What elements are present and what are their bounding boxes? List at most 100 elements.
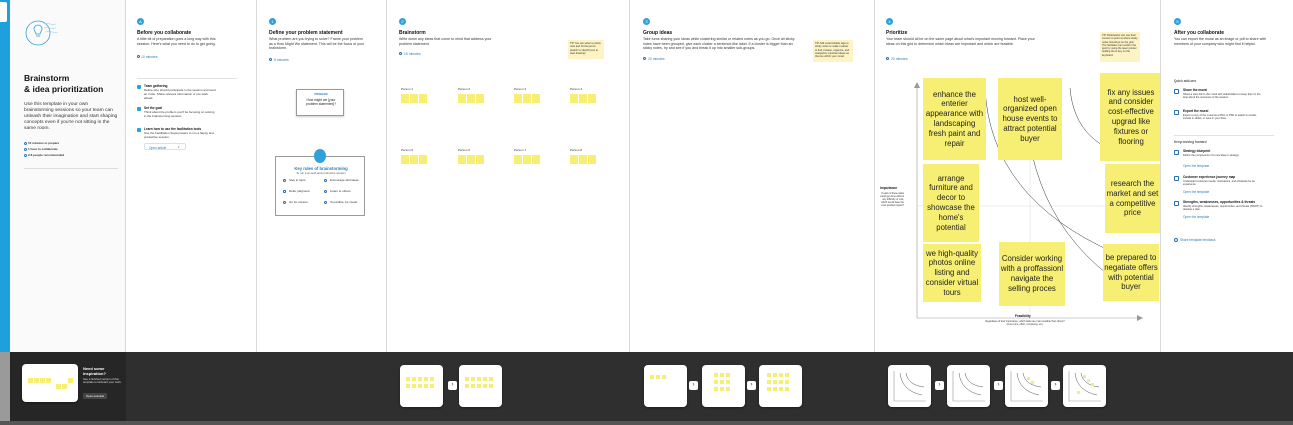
sticky-note[interactable]: we high-quality photos online listing an… bbox=[923, 244, 981, 302]
step-description: Take turns sharing your ideas while clus… bbox=[643, 37, 795, 51]
sticky-note[interactable] bbox=[514, 155, 522, 164]
mini-sticky bbox=[773, 380, 777, 384]
mini-sticky bbox=[418, 384, 422, 388]
sticky-note[interactable]: host well-organized open house events to… bbox=[998, 78, 1062, 160]
mini-sticky bbox=[714, 373, 718, 377]
sticky-note[interactable] bbox=[532, 155, 540, 164]
sticky-note[interactable] bbox=[523, 155, 531, 164]
intro-meta-3: 2-8 people recommended bbox=[28, 153, 65, 157]
sticky-note[interactable]: Consider working with a proffassionl nav… bbox=[999, 242, 1065, 306]
step4-thumb-3 bbox=[759, 365, 802, 407]
open-example-button[interactable]: Open example bbox=[83, 393, 108, 399]
sticky-note[interactable] bbox=[588, 155, 596, 164]
mini-sticky bbox=[46, 378, 51, 383]
sticky-note[interactable] bbox=[588, 94, 596, 103]
step6-strip bbox=[1161, 352, 1293, 421]
step-divider bbox=[137, 78, 237, 79]
step-group-ideas: 3 Group ideas Take turns sharing your id… bbox=[630, 0, 875, 352]
mini-sticky bbox=[489, 384, 493, 388]
sticky-note[interactable]: enhance the enterier appearance with lan… bbox=[923, 78, 986, 160]
mini-sticky bbox=[68, 378, 73, 383]
item-desc: Use the Facilitation Superpowers to run … bbox=[144, 131, 214, 139]
sticky-note[interactable]: be prepared to negatiate offers with pot… bbox=[1103, 244, 1159, 301]
sticky-note[interactable] bbox=[410, 155, 418, 164]
y-axis-desc: If each of these tasks could get done wi… bbox=[880, 192, 904, 207]
share-icon[interactable] bbox=[1174, 89, 1179, 94]
sticky-note[interactable] bbox=[570, 155, 578, 164]
sticky-note[interactable] bbox=[579, 155, 587, 164]
export-icon[interactable] bbox=[1174, 110, 1179, 115]
person-label: Person 1 bbox=[401, 87, 414, 91]
rules-subtitle: To run a smooth and productive session bbox=[296, 171, 346, 175]
step-after-collaborate: 5 After you collaborate You can export t… bbox=[1161, 0, 1293, 352]
step5-thumb-1 bbox=[888, 365, 931, 407]
sticky-note[interactable] bbox=[467, 155, 475, 164]
open-template-link[interactable]: Open the template bbox=[1183, 164, 1209, 168]
sticky-note[interactable] bbox=[570, 94, 578, 103]
sticky-note[interactable] bbox=[419, 94, 427, 103]
sidebar-handle-icon[interactable] bbox=[0, 2, 7, 22]
clock-icon bbox=[137, 55, 140, 58]
sticky-note[interactable] bbox=[458, 94, 466, 103]
mini-sticky bbox=[62, 384, 67, 389]
arrow-right-icon: › bbox=[689, 381, 698, 390]
sticky-note[interactable] bbox=[476, 94, 484, 103]
step-title: Define your problem statement bbox=[269, 30, 343, 36]
step5-thumb-3 bbox=[1005, 365, 1048, 407]
item-desc: Think about the problem you'll be focusi… bbox=[144, 110, 215, 118]
open-article-label: Open article bbox=[149, 145, 167, 150]
person-label: Person 6 bbox=[458, 148, 471, 152]
mini-sticky bbox=[785, 380, 789, 384]
feedback-link[interactable]: Share template feedback bbox=[1180, 238, 1215, 242]
quick-addons-title: Quick add-ons bbox=[1174, 79, 1197, 83]
step1-strip bbox=[126, 352, 257, 421]
sticky-note[interactable] bbox=[514, 94, 522, 103]
sticky-note[interactable] bbox=[458, 155, 466, 164]
intro-description: Use this template in your own brainstorm… bbox=[24, 102, 118, 132]
sticky-note[interactable] bbox=[579, 94, 587, 103]
mini-sticky bbox=[779, 373, 783, 377]
mini-sticky bbox=[779, 380, 783, 384]
mini-sticky bbox=[785, 373, 789, 377]
sticky-note[interactable] bbox=[401, 155, 409, 164]
sticky-note[interactable]: arrange furniture and decor to showcase … bbox=[923, 164, 979, 242]
open-template-link[interactable]: Open the template bbox=[1183, 190, 1209, 194]
step4-thumb-1 bbox=[644, 365, 687, 407]
open-template-link[interactable]: Open the template bbox=[1183, 215, 1209, 219]
sticky-note[interactable]: research the market and set a competitiv… bbox=[1105, 164, 1160, 233]
person-label: Person 3 bbox=[514, 87, 527, 91]
mini-sticky bbox=[424, 384, 428, 388]
sticky-note[interactable] bbox=[467, 94, 475, 103]
mini-sticky bbox=[471, 377, 475, 381]
sticky-note[interactable] bbox=[419, 155, 427, 164]
tip-note: TIP Participants can use their cursors t… bbox=[1100, 32, 1140, 62]
sticky-note[interactable] bbox=[401, 94, 409, 103]
step-badge: A bbox=[137, 18, 144, 25]
mini-sticky bbox=[465, 377, 469, 381]
rules-badge-icon bbox=[314, 149, 326, 163]
open-article-button[interactable]: Open article ▾ bbox=[144, 143, 186, 150]
sticky-note[interactable]: fix any issues and consider cost-effecti… bbox=[1100, 73, 1160, 161]
mini-sticky bbox=[471, 384, 475, 388]
sticky-note[interactable] bbox=[476, 155, 484, 164]
step5-thumb-2 bbox=[947, 365, 990, 407]
intro-panel: Brainstorm & idea prioritization Use thi… bbox=[10, 0, 126, 352]
problem-card[interactable]: PROBLEM How might we [your problem state… bbox=[296, 89, 344, 116]
mini-sticky bbox=[424, 377, 428, 381]
share-desc: Share a view link to the mural with stak… bbox=[1183, 93, 1261, 100]
step-badge: 1 bbox=[269, 18, 276, 25]
journey-map-icon bbox=[1174, 176, 1179, 181]
sidebar-accent bbox=[0, 0, 10, 352]
mini-sticky bbox=[56, 384, 61, 389]
sticky-note[interactable] bbox=[532, 94, 540, 103]
step-define-problem: 1 Define your problem statement What pro… bbox=[257, 0, 387, 352]
step5-strip: › › › bbox=[875, 352, 1161, 421]
mini-sticky bbox=[726, 387, 730, 391]
keep-moving-title: Keep moving forward bbox=[1174, 140, 1207, 144]
sticky-note[interactable] bbox=[523, 94, 531, 103]
sticky-note[interactable] bbox=[410, 94, 418, 103]
mini-sticky bbox=[767, 387, 771, 391]
item-badge-a bbox=[137, 85, 141, 89]
rule-item: Encourage wild ideas. bbox=[330, 178, 360, 182]
example-thumbnail[interactable] bbox=[22, 364, 78, 402]
